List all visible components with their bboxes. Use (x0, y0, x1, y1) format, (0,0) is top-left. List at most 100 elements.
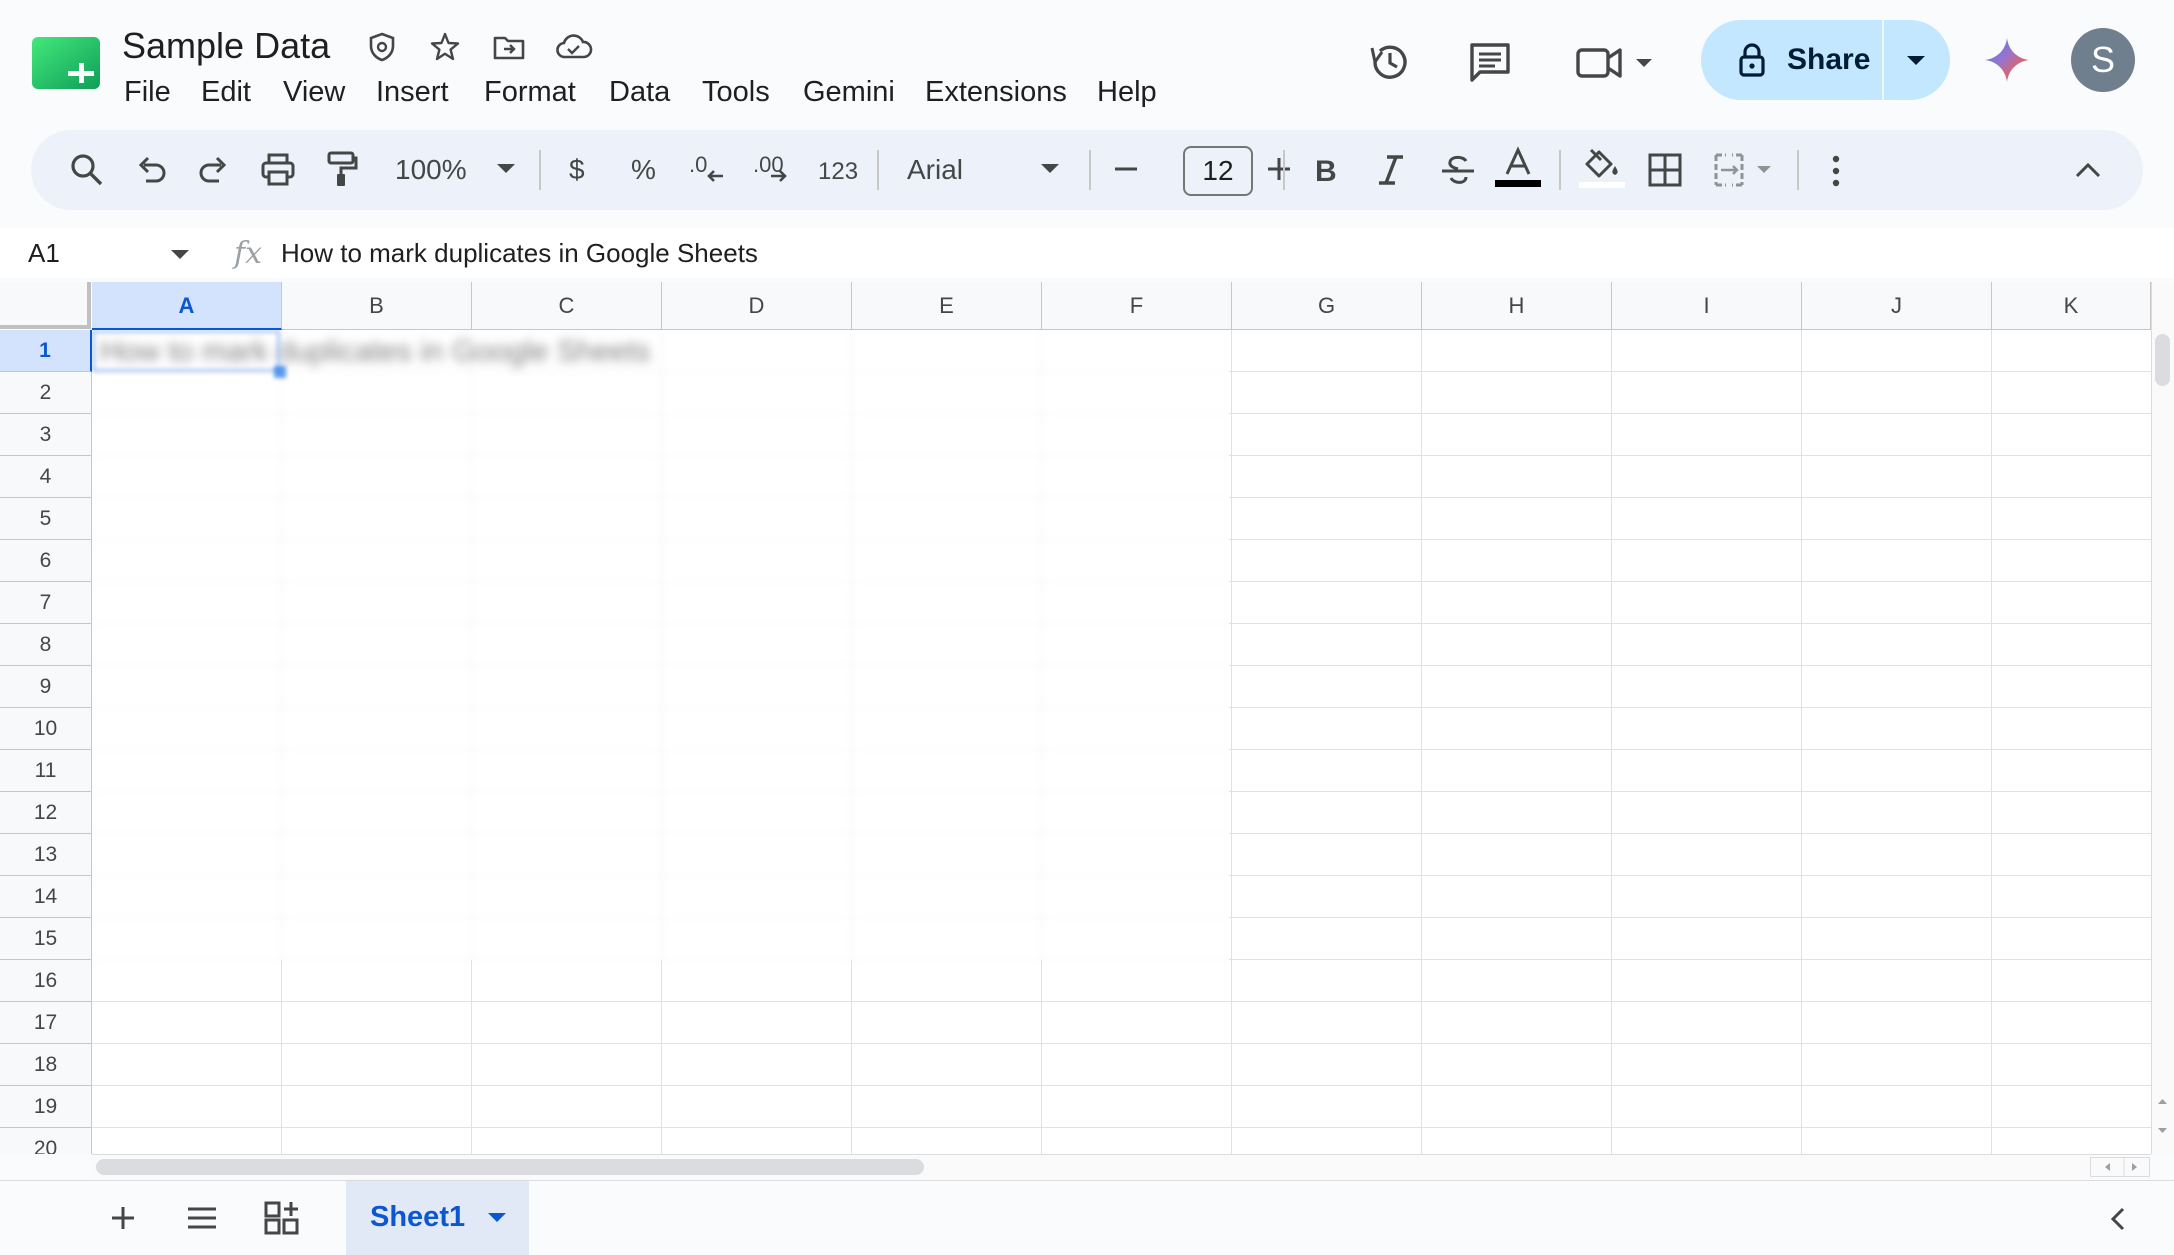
side-panel-chevron-left-icon[interactable] (2106, 1205, 2130, 1233)
column-header-j[interactable]: J (1802, 282, 1992, 330)
menu-extensions[interactable]: Extensions (925, 72, 1067, 112)
row-header-13[interactable]: 13 (0, 834, 92, 876)
menu-file[interactable]: File (124, 72, 171, 112)
menu-tools[interactable]: Tools (702, 72, 770, 112)
row-header-5[interactable]: 5 (0, 498, 92, 540)
name-box[interactable]: A1 (28, 233, 60, 273)
meet-video-icon[interactable] (1574, 38, 1656, 86)
row-header-12[interactable]: 12 (0, 792, 92, 834)
share-button[interactable]: Share (1701, 20, 1950, 100)
row-header-6[interactable]: 6 (0, 540, 92, 582)
menu-edit[interactable]: Edit (201, 72, 251, 112)
add-sheet-icon[interactable] (108, 1203, 138, 1233)
increase-font-size-icon[interactable] (1264, 154, 1294, 184)
decrease-decimal-icon[interactable]: .0 (687, 150, 729, 190)
spreadsheet-grid[interactable]: How to mark duplicates in Google Sheets … (0, 282, 2174, 1154)
borders-icon[interactable] (1647, 152, 1683, 188)
scroll-arrows-icon[interactable] (2155, 1096, 2170, 1136)
share-main[interactable]: Share (1701, 20, 1883, 100)
gemini-icon[interactable] (1983, 36, 2031, 84)
increase-decimal-icon[interactable]: .00 (751, 150, 799, 190)
select-all-corner[interactable] (0, 282, 91, 329)
menu-gemini[interactable]: Gemini (803, 72, 895, 112)
sheet-tab-sheet1[interactable]: Sheet1 (346, 1181, 529, 1255)
row-header-14[interactable]: 14 (0, 876, 92, 918)
document-title[interactable]: Sample Data (122, 24, 330, 68)
search-menus-icon[interactable] (69, 152, 105, 188)
all-sheets-menu-icon[interactable] (186, 1205, 218, 1231)
row-header-3[interactable]: 3 (0, 414, 92, 456)
column-header-f[interactable]: F (1042, 282, 1232, 330)
vertical-scroll-thumb[interactable] (2155, 334, 2170, 386)
paint-format-icon[interactable] (325, 150, 359, 188)
active-cell-a1[interactable] (92, 330, 280, 372)
comments-icon[interactable] (1466, 38, 1514, 86)
name-box-dropdown-icon[interactable] (169, 248, 191, 262)
sheet-tab-dropdown-icon[interactable] (486, 1211, 508, 1225)
row-header-20[interactable]: 20 (0, 1128, 92, 1154)
more-formats-button[interactable]: 123 (818, 152, 858, 192)
column-header-g[interactable]: G (1232, 282, 1422, 330)
menu-insert[interactable]: Insert (376, 72, 449, 112)
horizontal-scroll-arrows-icon[interactable] (2090, 1157, 2150, 1177)
fill-handle[interactable] (274, 366, 286, 378)
vertical-scrollbar[interactable] (2151, 282, 2174, 1154)
print-icon[interactable] (260, 152, 296, 188)
column-header-h[interactable]: H (1422, 282, 1612, 330)
menu-view[interactable]: View (283, 72, 345, 112)
row-header-7[interactable]: 7 (0, 582, 92, 624)
zoom-dropdown-icon[interactable] (495, 162, 517, 176)
row-header-18[interactable]: 18 (0, 1044, 92, 1086)
currency-format-button[interactable]: $ (569, 150, 585, 190)
user-avatar[interactable]: S (2071, 28, 2135, 92)
menu-help[interactable]: Help (1097, 72, 1157, 112)
row-header-9[interactable]: 9 (0, 666, 92, 708)
more-options-icon[interactable] (1830, 154, 1842, 188)
row-header-11[interactable]: 11 (0, 750, 92, 792)
row-header-16[interactable]: 16 (0, 960, 92, 1002)
row-header-10[interactable]: 10 (0, 708, 92, 750)
font-family-select[interactable]: Arial (907, 150, 963, 190)
column-header-i[interactable]: I (1612, 282, 1802, 330)
sheets-logo[interactable] (32, 37, 100, 89)
cloud-saved-icon[interactable] (555, 30, 593, 64)
security-label-icon[interactable] (365, 30, 399, 64)
column-header-e[interactable]: E (852, 282, 1042, 330)
column-header-a[interactable]: A (92, 282, 282, 330)
column-header-k[interactable]: K (1992, 282, 2151, 330)
column-header-b[interactable]: B (282, 282, 472, 330)
font-family-dropdown-icon[interactable] (1039, 162, 1061, 176)
strikethrough-icon[interactable] (1439, 152, 1477, 188)
decrease-font-size-icon[interactable] (1111, 154, 1141, 184)
zoom-select[interactable]: 100% (395, 150, 467, 190)
fill-color-icon[interactable] (1577, 144, 1627, 190)
svg-text:.0: .0 (689, 152, 707, 177)
row-header-1[interactable]: 1 (0, 330, 92, 372)
row-header-17[interactable]: 17 (0, 1002, 92, 1044)
row-header-19[interactable]: 19 (0, 1086, 92, 1128)
formula-input[interactable]: How to mark duplicates in Google Sheets (281, 233, 758, 273)
share-options-dropdown-icon[interactable] (1901, 52, 1931, 70)
column-header-d[interactable]: D (662, 282, 852, 330)
undo-icon[interactable] (134, 154, 168, 188)
row-header-2[interactable]: 2 (0, 372, 92, 414)
text-color-icon[interactable] (1493, 146, 1543, 190)
row-header-4[interactable]: 4 (0, 456, 92, 498)
version-history-icon[interactable] (1366, 38, 1414, 86)
italic-icon[interactable] (1375, 152, 1407, 188)
row-header-8[interactable]: 8 (0, 624, 92, 666)
menu-data[interactable]: Data (609, 72, 670, 112)
hide-menus-chevron-up-icon[interactable] (2073, 158, 2103, 182)
horizontal-scroll-thumb[interactable] (96, 1159, 924, 1175)
font-size-input[interactable]: 12 (1183, 146, 1253, 196)
redo-icon[interactable] (197, 154, 231, 188)
percent-format-button[interactable]: % (631, 150, 656, 190)
move-folder-icon[interactable] (492, 30, 526, 64)
bold-icon[interactable]: B (1311, 152, 1343, 188)
star-icon[interactable] (428, 30, 462, 64)
merge-cells-icon[interactable] (1713, 152, 1777, 188)
row-header-15[interactable]: 15 (0, 918, 92, 960)
explore-sheets-icon[interactable] (264, 1201, 300, 1235)
column-header-c[interactable]: C (472, 282, 662, 330)
menu-format[interactable]: Format (484, 72, 576, 112)
